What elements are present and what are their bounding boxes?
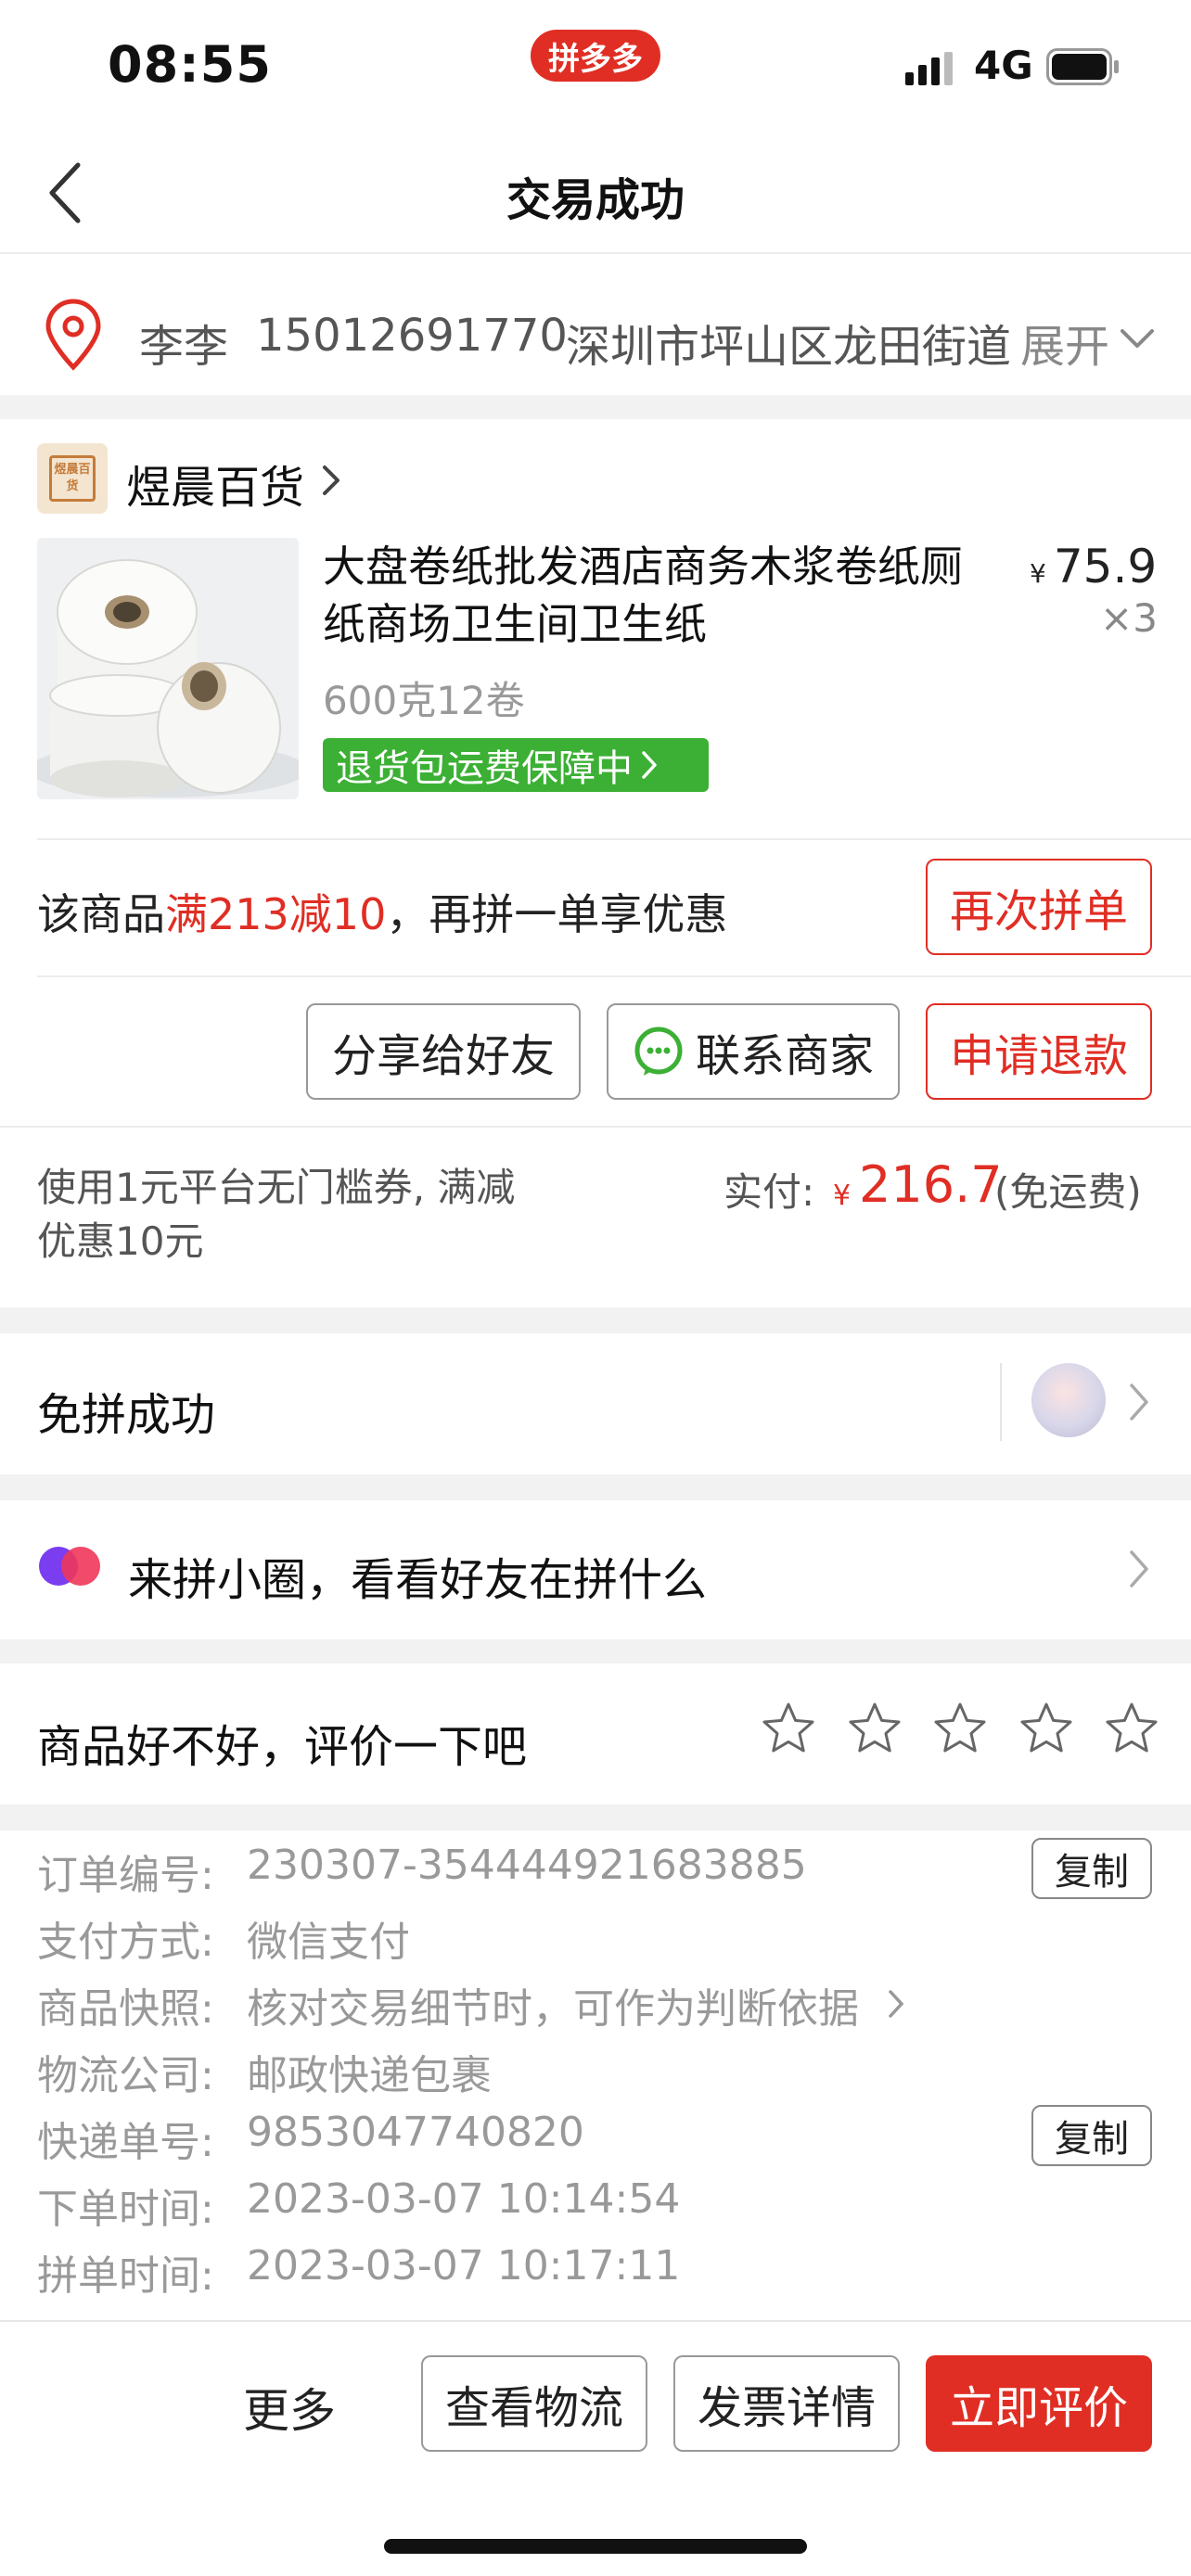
chevron-down-icon[interactable] — [1119, 326, 1156, 351]
order-info-row: 订单编号: 230307-354444921683885 复制 — [0, 1838, 1191, 1899]
product-image[interactable] — [37, 538, 299, 799]
signal-icon — [905, 52, 953, 85]
order-info-value: 核对交易细节时，可作为判断依据 — [247, 1985, 859, 2033]
currency-symbol: ¥ — [1030, 558, 1046, 589]
order-info: 订单编号: 230307-354444921683885 复制 支付方式: 微信支付 商品… — [0, 1836, 1191, 2318]
shop-logo-text: 煜晨百货 — [49, 455, 96, 502]
view-logistics-button[interactable]: 查看物流 — [421, 2355, 647, 2452]
paid-currency: ¥ — [833, 1180, 852, 1212]
shop-logo[interactable]: 煜晨百货 — [37, 443, 108, 514]
share-button[interactable]: 分享给好友 — [306, 1003, 581, 1100]
order-info-label: 物流公司: — [37, 2052, 214, 2099]
order-info-row: 拼单时间: 2023-03-07 10:17:11 — [0, 2242, 1191, 2300]
chevron-right-icon — [642, 751, 657, 779]
review-now-button[interactable]: 立即评价 — [926, 2355, 1152, 2452]
rating-stars[interactable] — [761, 1701, 1159, 1760]
order-info-label: 商品快照: — [37, 1985, 214, 2033]
recipient-phone: 15012691770 — [256, 310, 568, 362]
order-info-row[interactable]: 商品快照: 核对交易细节时，可作为判断依据 — [0, 1975, 1191, 2033]
page-title: 交易成功 — [506, 174, 685, 226]
promo-suffix: ，再拼一单享优惠 — [386, 889, 728, 939]
order-info-value: 邮政快递包裹 — [247, 2052, 492, 2099]
copy-order-number-button[interactable]: 复制 — [1031, 1838, 1152, 1899]
paid-amount: 216.7 — [859, 1155, 1003, 1214]
more-button[interactable]: 更多 — [243, 2374, 336, 2441]
product-spec: 600克12卷 — [323, 678, 525, 723]
chevron-right-icon[interactable] — [887, 1988, 905, 2020]
paid-label: 实付: — [724, 1169, 815, 1215]
promo-highlight: 满213减10 — [165, 889, 387, 939]
battery-icon — [1046, 48, 1119, 85]
promo-text: 该商品满213减10，再拼一单享优惠 — [37, 881, 727, 942]
coupon-note: 使用1元平台无门槛券, 满减优惠10元 — [37, 1165, 516, 1264]
chevron-right-icon[interactable] — [321, 464, 341, 497]
network-label: 4G — [974, 43, 1033, 88]
order-info-row: 下单时间: 2023-03-07 10:14:54 — [0, 2175, 1191, 2233]
toilet-paper-image — [37, 538, 299, 799]
reorder-button[interactable]: 再次拼单 — [926, 859, 1152, 955]
home-indicator[interactable] — [384, 2539, 807, 2554]
shipping-note: (免运费) — [994, 1169, 1142, 1215]
star-icon[interactable] — [932, 1701, 988, 1756]
avatar[interactable] — [1031, 1363, 1106, 1437]
order-info-row: 快递单号: 9853047740820 复制 — [0, 2105, 1191, 2166]
expand-label[interactable]: 展开 — [1020, 310, 1109, 375]
divider — [1000, 1363, 1002, 1441]
star-icon[interactable] — [1018, 1701, 1074, 1756]
section-gap — [0, 1639, 1191, 1664]
shop-name[interactable]: 煜晨百货 — [126, 451, 304, 516]
section-gap — [0, 395, 1191, 419]
refund-button[interactable]: 申请退款 — [926, 1003, 1152, 1100]
review-prompt: 商品好不好，评价一下吧 — [37, 1721, 528, 1773]
order-info-label: 拼单时间: — [37, 2252, 214, 2300]
promo-prefix: 该商品 — [37, 889, 165, 939]
product-quantity: ×3 — [1100, 595, 1158, 641]
friend-circle-title: 来拼小圈，看看好友在拼什么 — [128, 1554, 708, 1606]
star-icon[interactable] — [847, 1701, 903, 1756]
chevron-right-icon[interactable] — [1128, 1549, 1150, 1589]
contact-label: 联系商家 — [695, 1030, 874, 1082]
order-info-value: 微信支付 — [247, 1919, 410, 1966]
order-info-value: 2023-03-07 10:17:11 — [247, 2242, 681, 2289]
address-text: 深圳市坪山区龙田街道 — [566, 321, 1012, 373]
order-info-label: 下单时间: — [37, 2186, 214, 2233]
section-gap — [0, 1307, 1191, 1333]
recipient-name: 李李 — [139, 321, 229, 373]
order-info-value: 2023-03-07 10:14:54 — [247, 2175, 681, 2223]
section-gap — [0, 1804, 1191, 1830]
order-info-label: 订单编号: — [37, 1852, 214, 1899]
order-info-row: 支付方式: 微信支付 — [0, 1908, 1191, 1966]
order-info-value: 230307-354444921683885 — [247, 1842, 807, 1889]
product-price: ¥75.9 — [1030, 540, 1157, 593]
chevron-right-icon[interactable] — [1128, 1382, 1150, 1422]
contact-seller-button[interactable]: 联系商家 — [607, 1003, 900, 1100]
order-info-row: 物流公司: 邮政快递包裹 — [0, 2042, 1191, 2099]
return-shipping-badge[interactable]: 退货包运费保障中 — [323, 738, 709, 792]
product-title[interactable]: 大盘卷纸批发酒店商务木浆卷纸厕纸商场卫生间卫生纸 — [323, 538, 1000, 653]
divider — [0, 252, 1191, 254]
friend-circle-icon — [39, 1547, 100, 1586]
app-badge: 拼多多 — [531, 30, 660, 82]
order-info-label: 快递单号: — [37, 2119, 214, 2166]
group-status-title: 免拼成功 — [37, 1389, 216, 1441]
order-info-value: 9853047740820 — [247, 2109, 584, 2156]
price-value: 75.9 — [1053, 540, 1158, 593]
copy-tracking-number-button[interactable]: 复制 — [1031, 2105, 1152, 2166]
order-info-label: 支付方式: — [37, 1919, 214, 1966]
star-icon[interactable] — [1104, 1701, 1159, 1756]
order-detail-page: 08:55 拼多多 4G 交易成功 李李 15012691770 深圳市坪山区龙… — [0, 0, 1191, 2576]
divider — [0, 1126, 1191, 1128]
star-icon[interactable] — [761, 1701, 816, 1756]
chat-bubble-icon — [634, 1027, 683, 1076]
badge-label: 退货包运费保障中 — [336, 747, 633, 790]
section-gap — [0, 1474, 1191, 1500]
invoice-details-button[interactable]: 发票详情 — [673, 2355, 900, 2452]
divider — [37, 838, 1191, 840]
location-pin-icon — [45, 299, 101, 371]
divider — [37, 976, 1191, 977]
status-time: 08:55 — [108, 35, 272, 94]
